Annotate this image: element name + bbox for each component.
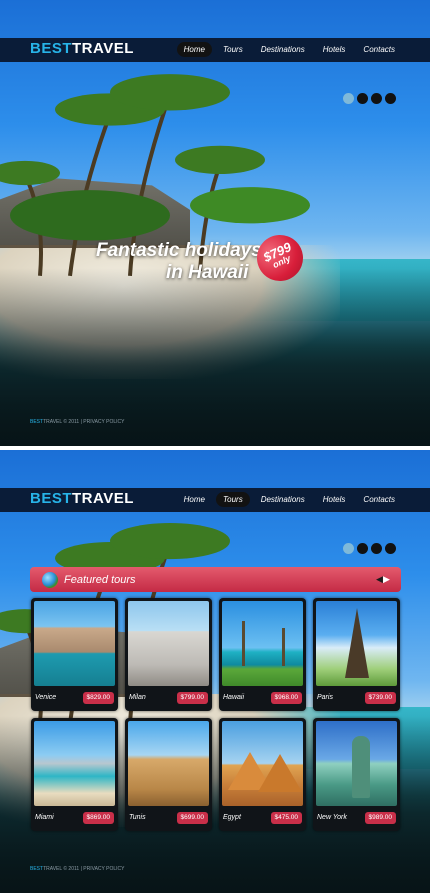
- tour-price[interactable]: $968.00: [270, 692, 302, 704]
- slider-dot[interactable]: [385, 93, 396, 104]
- tour-price[interactable]: $739.00: [364, 692, 396, 704]
- nav-home[interactable]: Home: [176, 42, 212, 57]
- top-navigation: BESTTRAVEL Home Tours Destinations Hotel…: [0, 38, 430, 62]
- tour-card-paris[interactable]: Paris $739.00: [313, 598, 400, 711]
- slider-dot[interactable]: [343, 543, 354, 554]
- tour-name: Milan: [129, 694, 146, 701]
- tour-name: Miami: [35, 814, 54, 821]
- tunis-photo: [128, 721, 209, 806]
- nav-destinations[interactable]: Destinations: [254, 492, 312, 507]
- globe-icon: [42, 571, 58, 588]
- slider-pagination: [343, 93, 396, 104]
- chevron-left-icon[interactable]: ◀: [376, 574, 383, 584]
- top-navigation: BESTTRAVEL Home Tours Destinations Hotel…: [0, 488, 430, 512]
- tour-price[interactable]: $869.00: [82, 812, 114, 824]
- tour-card-new-york[interactable]: New York $989.00: [313, 718, 400, 831]
- privacy-policy-link[interactable]: PRIVACY POLICY: [83, 866, 124, 872]
- main-menu: Home Tours Destinations Hotels Contacts: [177, 492, 402, 507]
- slider-dot[interactable]: [385, 543, 396, 554]
- tour-price[interactable]: $989.00: [364, 812, 396, 824]
- footer: BESTTRAVEL © 2011 | PRIVACY POLICY: [30, 419, 125, 425]
- homepage-preview: BESTTRAVEL Home Tours Destinations Hotel…: [0, 0, 430, 446]
- tours-page-preview: BESTTRAVEL Home Tours Destinations Hotel…: [0, 450, 430, 893]
- tour-price[interactable]: $799.00: [176, 692, 208, 704]
- tour-card-milan[interactable]: Milan $799.00: [125, 598, 212, 711]
- tour-price[interactable]: $829.00: [82, 692, 114, 704]
- slider-dot[interactable]: [357, 93, 368, 104]
- venice-photo: [34, 601, 115, 686]
- tour-name: Venice: [35, 694, 57, 701]
- tour-price[interactable]: $699.00: [176, 812, 208, 824]
- nav-tours[interactable]: Tours: [216, 42, 250, 57]
- nav-hotels[interactable]: Hotels: [316, 492, 353, 507]
- tour-name: Tunis: [129, 814, 146, 821]
- slider-dot[interactable]: [343, 93, 354, 104]
- milan-photo: [128, 601, 209, 686]
- tour-name: Hawaii: [223, 694, 245, 701]
- hero-headline: Fantastic holidays in Hawaii: [96, 240, 262, 284]
- nav-contacts[interactable]: Contacts: [356, 42, 402, 57]
- new-york-photo: [316, 721, 397, 806]
- headline-line1: Fantastic holidays: [96, 240, 262, 261]
- paris-photo: [316, 601, 397, 686]
- tour-card-tunis[interactable]: Tunis $699.00: [125, 718, 212, 831]
- slider-pagination: [343, 543, 396, 554]
- tour-name: New York: [317, 814, 347, 821]
- headline-line2: in Hawaii: [166, 262, 249, 283]
- chevron-right-icon[interactable]: ▶: [383, 574, 390, 584]
- tour-card-miami[interactable]: Miami $869.00: [31, 718, 118, 831]
- tour-card-hawaii[interactable]: Hawaii $968.00: [219, 598, 306, 711]
- featured-tours-header: Featured tours ◀ ▶: [30, 567, 401, 592]
- nav-destinations[interactable]: Destinations: [254, 42, 312, 57]
- tour-card-venice[interactable]: Venice $829.00: [31, 598, 118, 711]
- carousel-arrows: ◀ ▶: [376, 574, 390, 584]
- tours-grid: Venice $829.00 Milan $799.00 Hawaii $968…: [31, 598, 402, 831]
- hawaii-photo: [222, 601, 303, 686]
- tour-name: Paris: [317, 694, 333, 701]
- hero-background: [0, 0, 430, 446]
- slider-dot[interactable]: [357, 543, 368, 554]
- main-menu: Home Tours Destinations Hotels Contacts: [176, 42, 402, 57]
- site-logo[interactable]: BESTTRAVEL: [30, 40, 134, 57]
- featured-tours-title: Featured tours: [64, 573, 136, 586]
- slider-dot[interactable]: [371, 543, 382, 554]
- nav-contacts[interactable]: Contacts: [356, 492, 402, 507]
- tour-card-egypt[interactable]: Egypt $475.00: [219, 718, 306, 831]
- slider-dot[interactable]: [371, 93, 382, 104]
- nav-home[interactable]: Home: [177, 492, 212, 507]
- footer: BESTTRAVEL © 2011 | PRIVACY POLICY: [30, 866, 125, 872]
- nav-hotels[interactable]: Hotels: [316, 42, 353, 57]
- egypt-photo: [222, 721, 303, 806]
- privacy-policy-link[interactable]: PRIVACY POLICY: [83, 419, 124, 425]
- tour-name: Egypt: [223, 814, 241, 821]
- nav-tours[interactable]: Tours: [215, 492, 250, 507]
- tour-price[interactable]: $475.00: [270, 812, 302, 824]
- site-logo[interactable]: BESTTRAVEL: [30, 490, 134, 507]
- miami-photo: [34, 721, 115, 806]
